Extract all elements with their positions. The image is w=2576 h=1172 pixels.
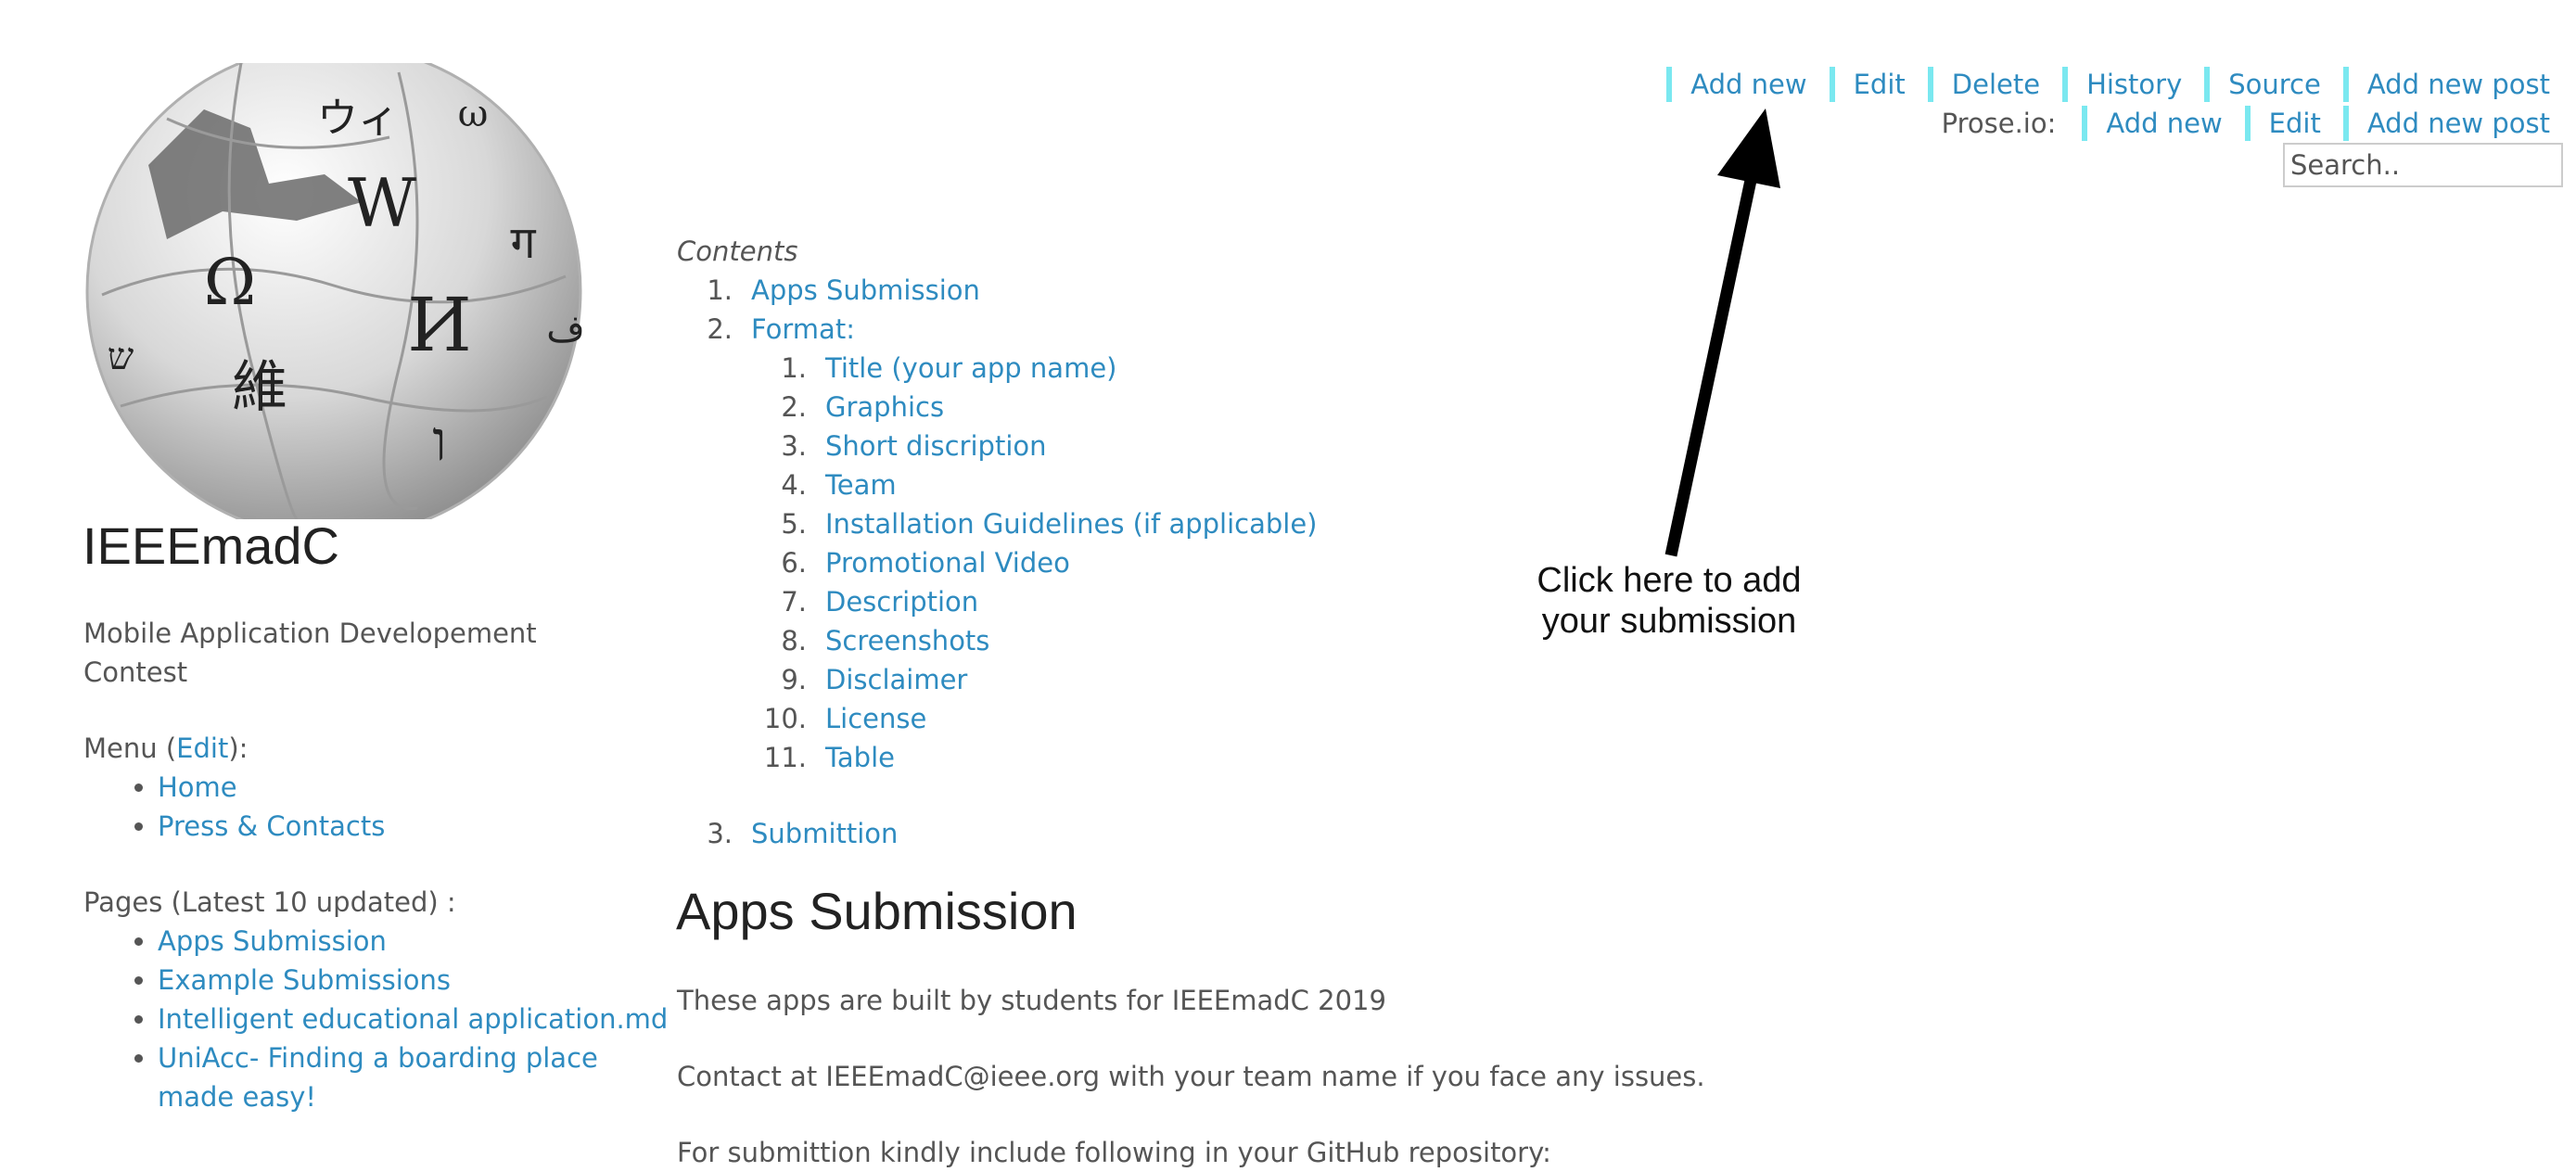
toc-number: 11. (763, 742, 807, 773)
page-list-item: Apps Submission (158, 922, 677, 961)
prose-add-new-post-button[interactable]: Add new post (2342, 106, 2550, 141)
toc-number: 3. (781, 430, 807, 462)
toc-number: 7. (781, 586, 807, 618)
annotation-line-1: Click here to add (1537, 561, 1802, 600)
logo-glyph: ف (546, 308, 584, 350)
annotation-line-2: your submission (1541, 602, 1797, 641)
toc-item: 2. Format: 1. Title (your app name) 2. Gra… (677, 310, 1318, 814)
logo-glyph: И (407, 282, 472, 368)
toc-number: 9. (781, 664, 807, 695)
menu-list: Home Press & Contacts (83, 768, 385, 846)
toc-item: 3. Submittion (677, 814, 1318, 853)
toc-number: 8. (781, 625, 807, 656)
toc-link[interactable]: Team (825, 469, 897, 501)
prose-add-new-button[interactable]: Add new (2082, 106, 2223, 141)
pages-list: Apps Submission Example Submissions Inte… (83, 922, 677, 1116)
menu-edit-link[interactable]: Edit (176, 732, 228, 764)
menu-link-press-contacts[interactable]: Press & Contacts (158, 810, 385, 842)
prose-label: Prose.io: (1941, 108, 2057, 139)
contact-text: Contact at IEEEmadC@ieee.org with your t… (677, 1061, 1705, 1092)
nav-history-button[interactable]: History (2062, 67, 2182, 102)
submission-instructions-text: For submittion kindly include following … (677, 1137, 1551, 1168)
toc-link[interactable]: Screenshots (825, 625, 989, 656)
toc-subitem: 9. Disclaimer (677, 660, 1318, 699)
toc-number: 2. (781, 391, 807, 423)
toc-link[interactable]: Title (your app name) (825, 352, 1116, 384)
toc-number: 1. (781, 352, 807, 384)
page-list-item: Intelligent educational application.md (158, 1000, 677, 1038)
page-list-item: Example Submissions (158, 961, 677, 1000)
toc-number: 3. (707, 818, 733, 849)
toc-subitem: 8. Screenshots (677, 621, 1318, 660)
section-heading: Apps Submission (676, 882, 1078, 940)
page-link[interactable]: Example Submissions (158, 964, 451, 996)
prose-edit-button[interactable]: Edit (2244, 106, 2321, 141)
toc-link[interactable]: Description (825, 586, 978, 618)
toc-link-format[interactable]: Format: (751, 313, 855, 345)
nav-edit-button[interactable]: Edit (1829, 67, 1906, 102)
toc-subitem: 1. Title (your app name) (677, 349, 1318, 388)
page-link[interactable]: Intelligent educational application.md (158, 1003, 668, 1035)
menu-label: Menu (Edit): (83, 729, 248, 768)
toc-item: 1. Apps Submission (677, 271, 1318, 310)
toc-number: 6. (781, 547, 807, 579)
search-input[interactable] (2283, 143, 2563, 187)
logo-glyph: W (348, 164, 416, 242)
logo-glyph: ש (108, 336, 134, 378)
logo-glyph: ו (432, 409, 446, 474)
toc-link[interactable]: Graphics (825, 391, 944, 423)
toc-subitem: 7. Description (677, 582, 1318, 621)
logo-glyph: Ω (204, 247, 256, 320)
menu-item: Press & Contacts (158, 807, 385, 846)
intro-text: These apps are built by students for IEE… (677, 985, 1386, 1016)
toc-link[interactable]: Promotional Video (825, 547, 1070, 579)
toc-number: 4. (781, 469, 807, 501)
pages-label: Pages (Latest 10 updated) : (83, 886, 456, 918)
toc-link[interactable]: Disclaimer (825, 664, 967, 695)
page-link[interactable]: Apps Submission (158, 925, 387, 957)
toc-subitem: 2. Graphics (677, 388, 1318, 427)
toc-number: 10. (763, 703, 807, 734)
annotation-callout: Click here to add your submission (1484, 560, 1855, 642)
toc-number: 5. (781, 508, 807, 540)
toc-link-submittion[interactable]: Submittion (751, 818, 898, 849)
nav-source-button[interactable]: Source (2204, 67, 2321, 102)
site-logo[interactable]: Ω W И 維 ウィ ו ω ग ש ف (83, 63, 584, 519)
page-link[interactable]: UniAcc- Finding a boarding place made ea… (158, 1042, 598, 1113)
toc-link[interactable]: License (825, 703, 926, 734)
site-title[interactable]: IEEEmadC (83, 516, 339, 577)
toc-link[interactable]: Installation Guidelines (if applicable) (825, 508, 1318, 540)
admin-nav: Add new Edit Delete History Source Add n… (1644, 67, 2550, 102)
logo-glyph: ग (510, 217, 536, 269)
toc-subitem: 5. Installation Guidelines (if applicable… (677, 504, 1318, 543)
nav-add-new-post-button[interactable]: Add new post (2342, 67, 2550, 102)
logo-glyph: ウィ (317, 95, 399, 142)
annotation-arrow-icon (1664, 108, 1780, 557)
toc-link-apps-submission[interactable]: Apps Submission (751, 274, 980, 306)
prose-nav: Prose.io: Add new Edit Add new post (1942, 106, 2550, 141)
logo-glyph: 維 (232, 355, 287, 420)
toc-label: Contents (677, 236, 798, 267)
toc-subitem: 3. Short discription (677, 427, 1318, 465)
nav-delete-button[interactable]: Delete (1927, 67, 2040, 102)
toc-subitem: 6. Promotional Video (677, 543, 1318, 582)
menu-link-home[interactable]: Home (158, 771, 237, 803)
toc-subitem: 11. Table (677, 738, 1318, 777)
menu-label-suffix: ): (228, 732, 249, 764)
toc-number: 2. (707, 313, 733, 345)
table-of-contents: 1. Apps Submission 2. Format: 1. Title (y… (677, 271, 1318, 853)
toc-subitem: 10. License (677, 699, 1318, 738)
toc-subitem: 4. Team (677, 465, 1318, 504)
page-list-item: UniAcc- Finding a boarding place made ea… (158, 1038, 677, 1116)
toc-link[interactable]: Table (825, 742, 895, 773)
menu-label-prefix: Menu ( (83, 732, 177, 764)
nav-add-new-button[interactable]: Add new (1666, 67, 1807, 102)
logo-glyph: ω (458, 93, 489, 135)
menu-item: Home (158, 768, 385, 807)
toc-link[interactable]: Short discription (825, 430, 1047, 462)
toc-number: 1. (707, 274, 733, 306)
site-tagline: Mobile Application Developement Contest (83, 618, 537, 688)
